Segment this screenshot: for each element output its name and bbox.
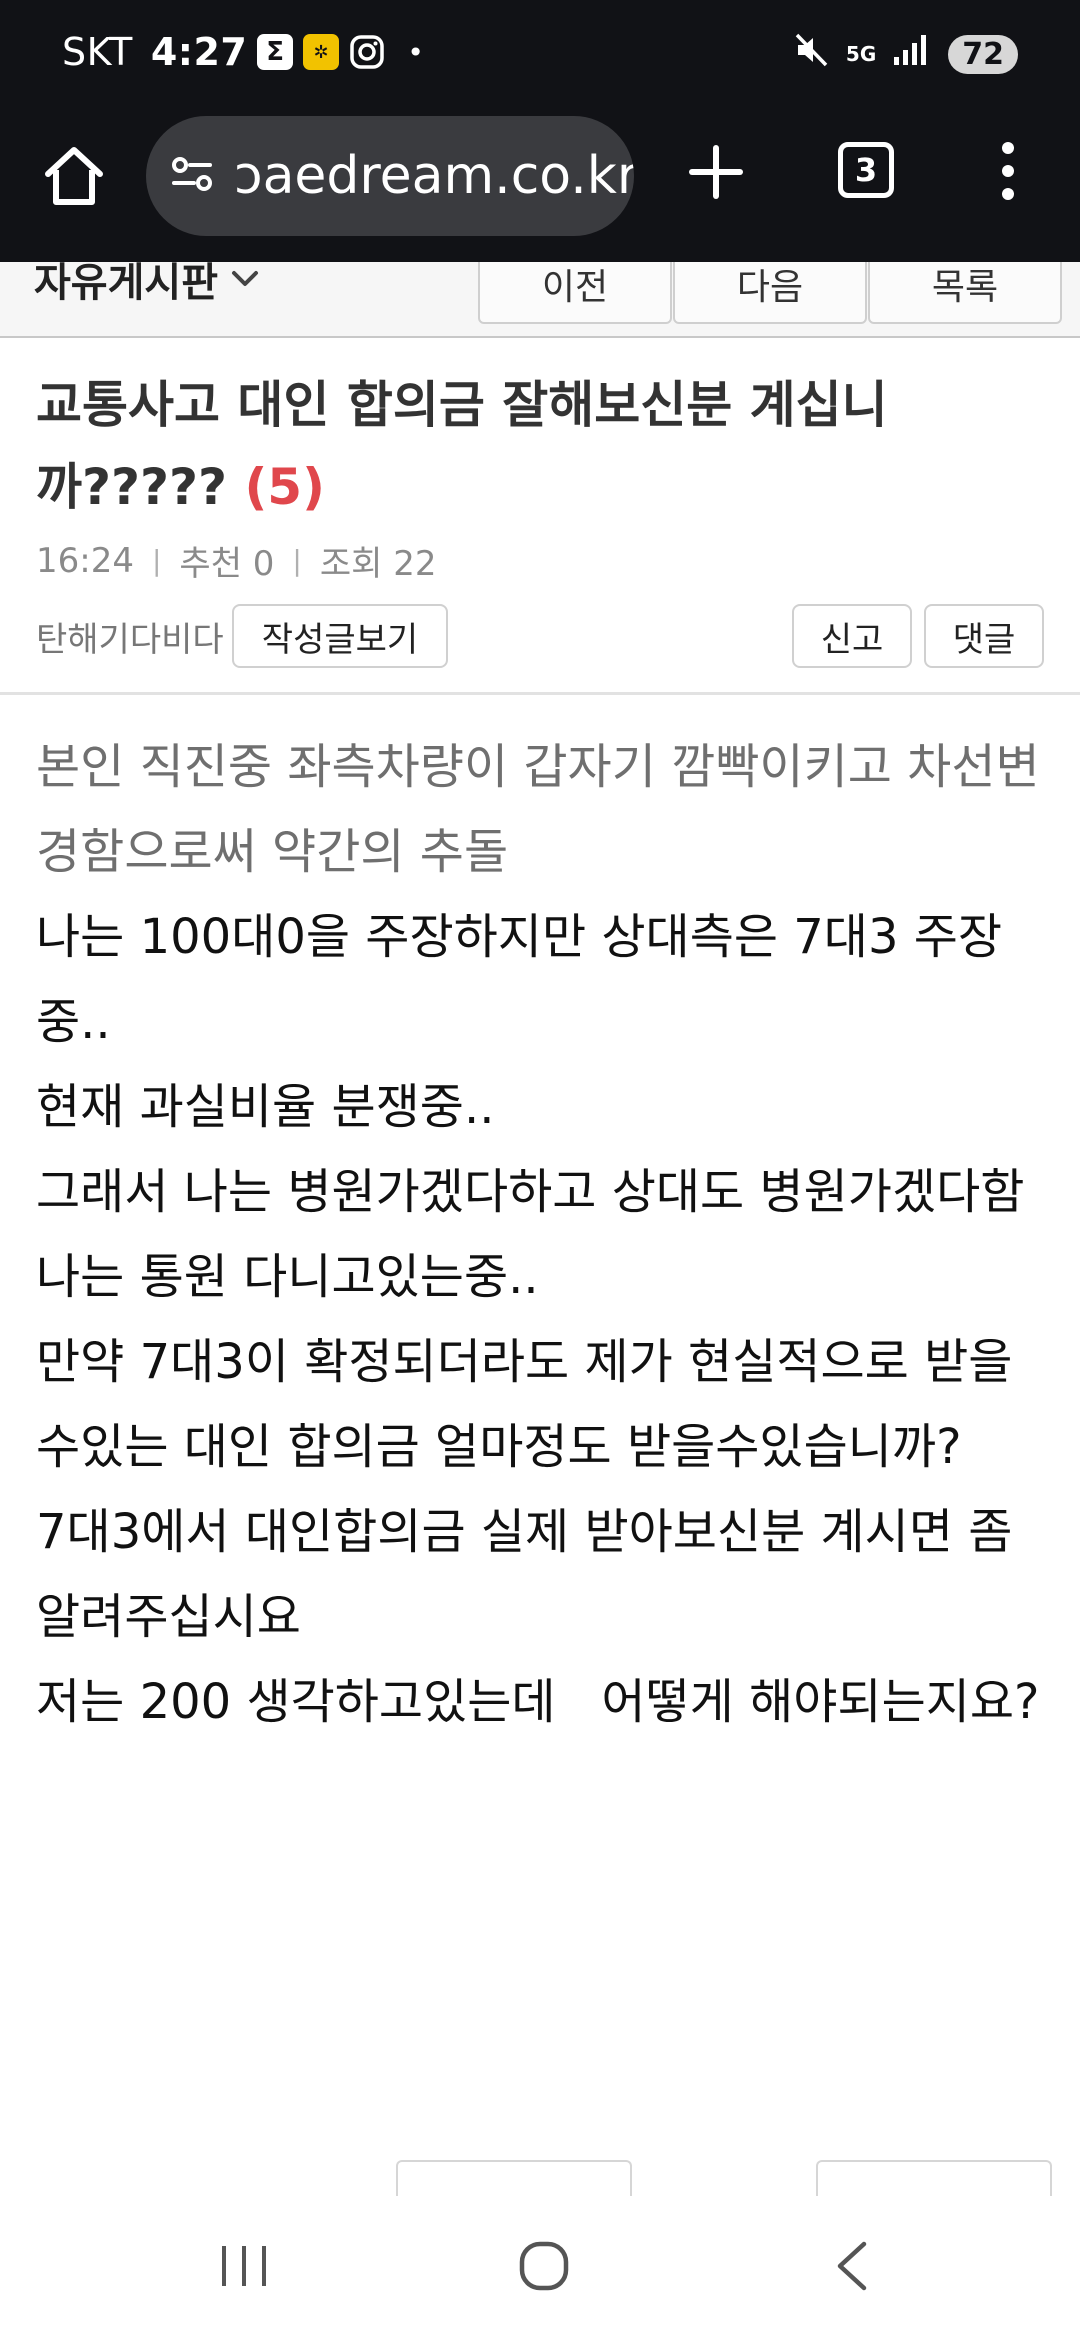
back-button[interactable]	[826, 2238, 882, 2298]
next-post-label: 다음	[736, 267, 804, 308]
home-button[interactable]	[38, 140, 110, 212]
mute-icon	[794, 32, 830, 76]
status-bar-left: SKT 4:27 Σ ✲ •	[62, 30, 424, 74]
back-chevron-icon	[837, 2241, 867, 2291]
clock: 4:27	[150, 30, 248, 74]
home-icon	[45, 147, 103, 205]
body-line: 본인 직진중 좌측차량이 갑자기 깜빡이키고 차선변경함으로써 약간의 추돌	[36, 739, 1040, 880]
board-navigation: 자유게시판 이전 다음 목록	[0, 262, 1080, 338]
bottom-button-left[interactable]	[396, 2160, 632, 2200]
meta-separator: |	[292, 544, 302, 577]
body-line: 저는 200 생각하고있는데 어떻게 해야되는지요?	[36, 1674, 1040, 1730]
recommend-count: 추천 0	[179, 544, 275, 584]
author-row: 탄해기다비다 작성글보기 신고 댓글	[36, 604, 1044, 668]
report-label: 신고	[820, 619, 884, 660]
signal-icon	[892, 33, 932, 75]
post-meta: 16:24 | 추천 0 | 조회 22	[36, 536, 437, 585]
system-home-button[interactable]	[516, 2238, 572, 2298]
post-title-text: 교통사고 대인 합의금 잘해보신분 계십니까?????	[36, 376, 888, 516]
comment-label: 댓글	[952, 619, 1016, 660]
carrier-label: SKT	[62, 30, 133, 74]
kebab-menu-icon	[1002, 142, 1014, 200]
address-bar[interactable]: ɔaedream.co.kr	[146, 116, 634, 236]
system-nav-bar	[0, 2196, 1080, 2340]
browser-toolbar: ɔaedream.co.kr 3	[0, 112, 1080, 262]
more-menu-button[interactable]	[996, 136, 1020, 206]
report-button[interactable]: 신고	[792, 604, 912, 668]
body-line: 만약 7대3이 확정되더라도 제가 현실적으로 받을수있는 대인 합의금 얼마정…	[36, 1334, 1013, 1475]
url-text: ɔaedream.co.kr	[234, 146, 634, 206]
system-home-icon	[519, 2241, 569, 2291]
view-author-posts-label: 작성글보기	[261, 619, 419, 660]
next-post-button[interactable]: 다음	[673, 262, 867, 324]
prev-post-button[interactable]: 이전	[478, 262, 672, 324]
post-title: 교통사고 대인 합의금 잘해보신분 계십니까????? (5)	[36, 364, 1036, 528]
view-author-posts-button[interactable]: 작성글보기	[232, 604, 448, 668]
list-label: 목록	[931, 267, 999, 308]
body-line: 현재 과실비율 분쟁중..	[36, 1079, 495, 1135]
recent-apps-icon	[222, 2246, 266, 2286]
plus-icon	[689, 145, 743, 199]
body-line: 나는 100대0을 주장하지만 상대측은 7대3 주장중..	[36, 909, 1003, 1050]
comment-count[interactable]: (5)	[244, 458, 325, 516]
post-header: 교통사고 대인 합의금 잘해보신분 계십니까????? (5) 16:24 | …	[0, 340, 1080, 695]
sigma-icon: Σ	[257, 34, 294, 70]
notification-dot: •	[407, 35, 425, 69]
post-body: 본인 직진중 좌측차량이 갑자기 깜빡이키고 차선변경함으로써 약간의 추돌 나…	[36, 725, 1046, 1745]
board-selector[interactable]: 자유게시판	[34, 262, 260, 308]
new-tab-button[interactable]	[686, 142, 746, 202]
meta-separator: |	[151, 544, 162, 577]
kakao-yellow-icon: ✲	[303, 34, 340, 70]
tab-count: 3	[854, 151, 878, 189]
body-line: 7대3에서 대인합의금 실제 받아보신분 계시면 좀 알려주십시요	[36, 1504, 1013, 1645]
chevron-down-icon	[232, 271, 258, 286]
battery-level: 72	[948, 34, 1018, 74]
body-line: 나는 통원 다니고있는중..	[36, 1249, 539, 1305]
board-name: 자유게시판	[34, 262, 218, 306]
browser-chrome: SKT 4:27 Σ ✲ • 5G 72 ɔaedream.co.kr 3	[0, 0, 1080, 262]
tab-switcher-button[interactable]: 3	[838, 142, 894, 198]
instagram-icon	[349, 34, 385, 70]
author-name[interactable]: 탄해기다비다	[36, 612, 224, 661]
site-settings-icon[interactable]	[168, 150, 216, 202]
prev-post-label: 이전	[541, 267, 609, 308]
status-bar-right: 5G 72	[794, 32, 1018, 76]
view-count: 조회 22	[319, 544, 437, 584]
body-line: 그래서 나는 병원가겠다하고 상대도 병원가겠다함	[36, 1164, 1025, 1220]
status-bar: SKT 4:27 Σ ✲ • 5G 72	[0, 0, 1080, 112]
recent-apps-button[interactable]	[216, 2238, 272, 2298]
network-type-label: 5G	[845, 42, 877, 66]
post-time: 16:24	[36, 540, 134, 581]
list-button[interactable]: 목록	[868, 262, 1062, 324]
comment-button[interactable]: 댓글	[924, 604, 1044, 668]
bottom-button-right[interactable]	[816, 2160, 1052, 2200]
